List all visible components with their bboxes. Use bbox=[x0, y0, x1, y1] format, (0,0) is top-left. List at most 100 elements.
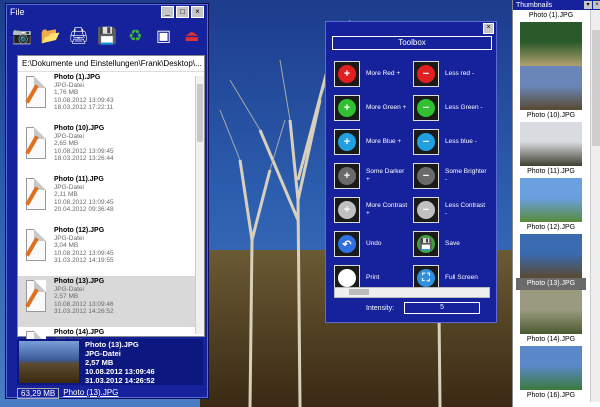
file-name: Photo (1).JPG bbox=[54, 74, 101, 81]
current-file: Photo (13).JPG bbox=[63, 388, 119, 397]
toolbox-label: Full Screen bbox=[445, 274, 478, 281]
toolbox-button-plus-contrast[interactable]: + More Contrast + bbox=[334, 197, 413, 223]
file-created: 10.08.2012 13:09:45 bbox=[54, 147, 114, 155]
plus-darker-icon: + bbox=[338, 167, 356, 185]
thumbnail-image[interactable] bbox=[520, 290, 582, 334]
toolbox-button-plus-blue[interactable]: + More Blue + bbox=[334, 129, 413, 155]
toolbox-label: More Red + bbox=[366, 70, 401, 77]
file-created: 10.08.2012 13:09:46 bbox=[54, 300, 114, 308]
intensity-slider[interactable] bbox=[334, 287, 490, 298]
file-list-scrollbar[interactable] bbox=[195, 76, 204, 334]
minus-red-icon: − bbox=[417, 65, 435, 83]
fullscreen-icon: ⛶ bbox=[417, 269, 435, 287]
list-item[interactable]: Photo (13).JPG JPG-Datei 2,57 MB 10.08.2012… bbox=[18, 276, 204, 327]
file-size: 3,04 MB bbox=[54, 242, 79, 249]
camera-button[interactable]: 📷 bbox=[11, 23, 33, 49]
maximize-button[interactable]: □ bbox=[176, 6, 189, 18]
preview-modified: 31.03.2012 14:26:52 bbox=[85, 375, 155, 385]
toolbox-button-minus-contrast[interactable]: − Less Contrast - bbox=[413, 197, 492, 223]
preview-created: 10.08.2012 13:09:46 bbox=[85, 366, 155, 376]
file-modified: 31.03.2012 14:26:52 bbox=[54, 308, 114, 315]
toolbox-button-plus-green[interactable]: + More Green + bbox=[334, 95, 413, 121]
total-size: 63,29 MB bbox=[17, 388, 60, 399]
file-type: JPG-Datei bbox=[54, 132, 84, 140]
file-icon bbox=[22, 176, 48, 212]
thumbnail-image[interactable] bbox=[520, 22, 582, 66]
file-modified: 31.03.2012 14:19:55 bbox=[54, 257, 114, 264]
list-item[interactable]: Photo (12).JPG JPG-Datei 3,04 MB 10.08.2012… bbox=[18, 225, 204, 276]
thumbnail-image[interactable] bbox=[520, 66, 582, 110]
scanner-button[interactable]: ▣ bbox=[152, 23, 174, 49]
file-list[interactable]: E:\Dokumente und Einstellungen\Frank\Des… bbox=[17, 55, 205, 363]
save-button[interactable]: 💾 bbox=[96, 23, 118, 49]
file-created: 10.08.2012 13:09:43 bbox=[54, 96, 114, 104]
file-type: JPG-Datei bbox=[54, 183, 84, 191]
thumbnails-close-button[interactable]: × bbox=[593, 1, 600, 9]
undo-icon: ↶ bbox=[338, 235, 356, 253]
plus-contrast-icon: + bbox=[338, 201, 356, 219]
close-button[interactable]: × bbox=[191, 6, 204, 18]
scrollbar-thumb[interactable] bbox=[592, 30, 600, 146]
toolbox-label: Save bbox=[445, 240, 460, 247]
save-icon: 💾 bbox=[417, 235, 435, 253]
intensity-value[interactable]: 5 bbox=[404, 302, 481, 314]
list-item[interactable]: Photo (11).JPG JPG-Datei 2,11 MB 10.08.2012… bbox=[18, 174, 204, 225]
toolbox-button-save[interactable]: 💾 Save bbox=[413, 231, 492, 257]
exit-button[interactable]: ⏏ bbox=[181, 23, 203, 49]
file-name: Photo (10).JPG bbox=[54, 125, 105, 132]
thumbnail-image[interactable] bbox=[520, 178, 582, 222]
toolbox-window: × Toolbox + More Red + − Less red - + More Gr… bbox=[325, 21, 497, 323]
thumbnail-image[interactable] bbox=[520, 346, 582, 390]
toolbox-close-button[interactable]: × bbox=[483, 23, 494, 34]
toolbox-button-minus-brighter[interactable]: − Some Brighter - bbox=[413, 163, 492, 189]
file-icon bbox=[22, 74, 48, 110]
preview-name: Photo (13).JPG bbox=[85, 339, 139, 349]
toolbox-label: Less red - bbox=[445, 70, 474, 77]
file-created: 10.08.2012 13:09:45 bbox=[54, 198, 114, 206]
list-item[interactable]: Photo (1).JPG JPG-Datei 1,76 MB 10.08.2012 … bbox=[18, 72, 204, 123]
toolbox-button-plus-red[interactable]: + More Red + bbox=[334, 61, 413, 87]
scrollbar-thumb[interactable] bbox=[197, 84, 203, 142]
file-created: 10.08.2012 13:09:45 bbox=[54, 249, 114, 257]
toolbox-grid: + More Red + − Less red - + More Green + − Less… bbox=[334, 57, 492, 295]
thumbnails-titlebar: Thumbnails ▾ × bbox=[513, 0, 600, 10]
plus-red-icon: + bbox=[338, 65, 356, 83]
toolbox-button-minus-blue[interactable]: − Less blue - bbox=[413, 129, 492, 155]
minus-contrast-icon: − bbox=[417, 201, 435, 219]
thumbnails-scrollbar[interactable] bbox=[590, 10, 600, 402]
file-name: Photo (13).JPG bbox=[54, 278, 105, 285]
thumbnail-image[interactable] bbox=[520, 122, 582, 166]
thumbnails-panel: Thumbnails ▾ × Photo (1).JPG Photo (10).J… bbox=[512, 0, 600, 407]
recycle-bin-button[interactable]: ♻ bbox=[124, 23, 146, 49]
minus-brighter-icon: − bbox=[417, 167, 435, 185]
thumbnail-caption: Photo (16).JPG bbox=[526, 392, 576, 399]
toolbox-button-undo[interactable]: ↶ Undo bbox=[334, 231, 413, 257]
slider-thumb[interactable] bbox=[349, 289, 369, 295]
thumbnail-image[interactable] bbox=[520, 234, 582, 278]
file-icon bbox=[22, 125, 48, 161]
list-item[interactable]: Photo (10).JPG JPG-Datei 2,65 MB 10.08.2012… bbox=[18, 123, 204, 174]
file-name: Photo (14).JPG bbox=[54, 329, 105, 336]
minimize-button[interactable]: _ bbox=[161, 6, 174, 18]
file-type: JPG-Datei bbox=[54, 285, 84, 293]
file-size: 2,65 MB bbox=[54, 140, 79, 147]
intensity-row: Intensity: 5 bbox=[366, 302, 481, 314]
camera-icon: 📷 bbox=[12, 28, 33, 45]
thumbnail-caption: Photo (10).JPG bbox=[526, 112, 576, 119]
toolbox-button-plus-darker[interactable]: + Some Darker + bbox=[334, 163, 413, 189]
file-size: 2,57 MB bbox=[54, 293, 79, 300]
file-type: JPG-Datei bbox=[54, 234, 84, 242]
pin-button[interactable]: ▾ bbox=[584, 1, 592, 9]
toolbox-label: More Contrast + bbox=[366, 202, 408, 217]
toolbox-button-minus-red[interactable]: − Less red - bbox=[413, 61, 492, 87]
printer-icon: 🖨 bbox=[68, 28, 89, 45]
open-folder-button[interactable]: 📂 bbox=[39, 23, 61, 49]
thumbnail-caption: Photo (12).JPG bbox=[526, 224, 576, 231]
file-size: 1,76 MB bbox=[54, 89, 79, 96]
file-browser-window: File _ □ × 📷 📂 🖨 💾 ♻ ▣ ⏏ E:\Dokumente und Eins… bbox=[6, 4, 208, 399]
printer-button[interactable]: 🖨 bbox=[68, 23, 90, 49]
scanner-icon: ▣ bbox=[155, 28, 172, 45]
folder-path[interactable]: E:\Dokumente und Einstellungen\Frank\Des… bbox=[18, 56, 204, 72]
file-type: JPG-Datei bbox=[54, 81, 84, 89]
toolbox-button-minus-green[interactable]: − Less Green - bbox=[413, 95, 492, 121]
